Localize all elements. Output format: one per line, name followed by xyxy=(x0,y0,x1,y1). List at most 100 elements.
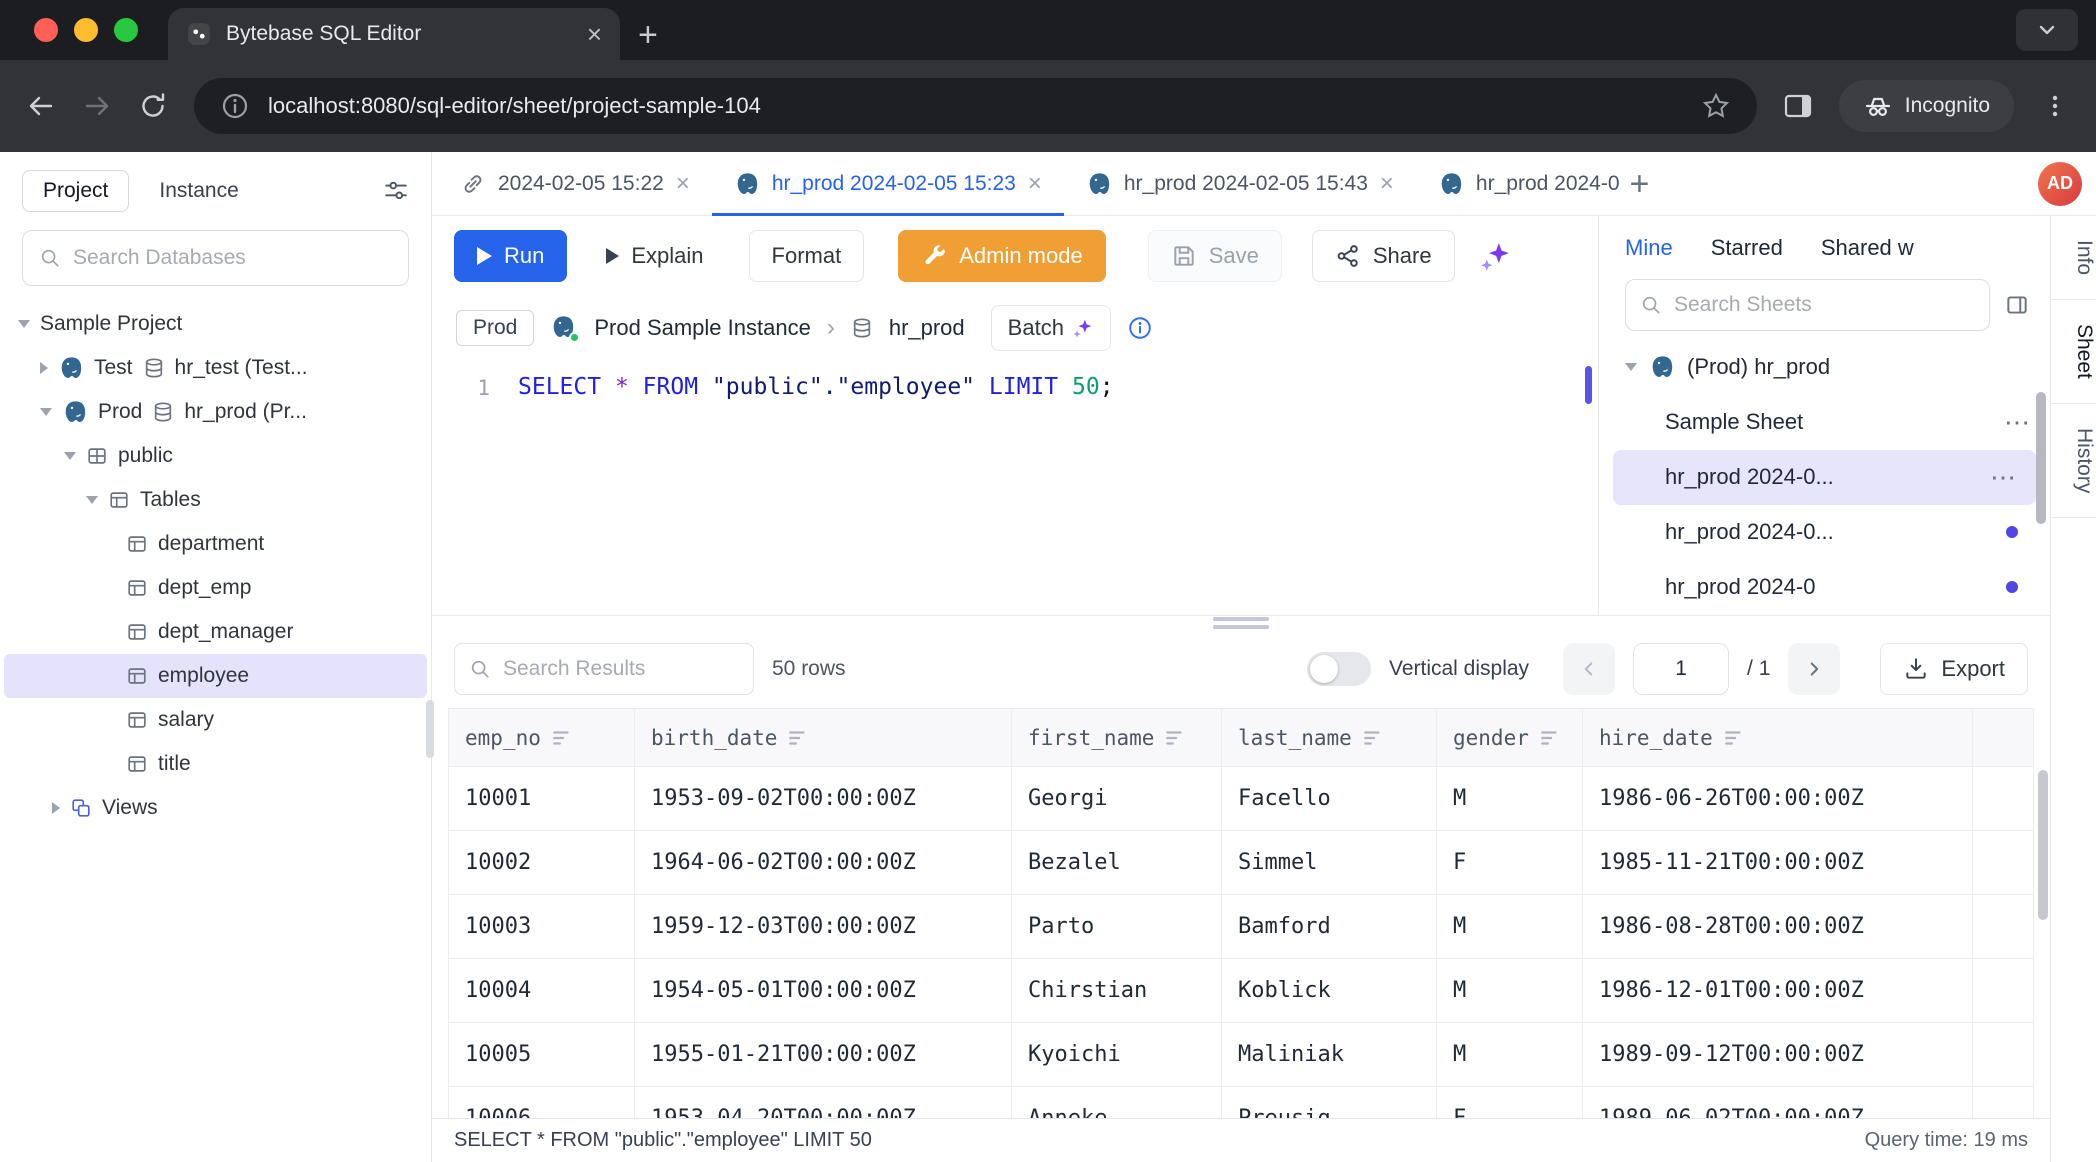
more-actions-icon[interactable]: ⋯ xyxy=(2004,407,2032,438)
vertical-display-toggle[interactable] xyxy=(1307,652,1371,686)
table-row[interactable]: 100061953-04-20T00:00:00ZAnnekePreusigF1… xyxy=(449,1087,2034,1119)
share-button[interactable]: Share xyxy=(1312,230,1455,282)
tree-item-schema-public[interactable]: public xyxy=(0,434,431,478)
sheet-tab[interactable]: hr_prod 2024-02-05 15:43 × xyxy=(1064,152,1416,215)
tree-item-views-group[interactable]: Views xyxy=(0,786,431,830)
sql-editor[interactable]: 1 SELECT * FROM "public"."employee" LIMI… xyxy=(432,360,1598,615)
close-icon[interactable]: × xyxy=(1380,170,1394,198)
sheet-tab-adhoc[interactable]: 2024-02-05 15:22 × xyxy=(438,152,712,215)
sheets-search-input[interactable] xyxy=(1674,293,1975,317)
database-name[interactable]: hr_prod xyxy=(889,315,965,341)
table-row[interactable]: 100031959-12-03T00:00:00ZPartoBamfordM19… xyxy=(449,895,2034,959)
horizontal-splitter[interactable] xyxy=(432,616,2050,630)
results-search[interactable] xyxy=(454,643,754,695)
tab-project[interactable]: Project xyxy=(22,170,129,212)
address-bar[interactable]: localhost:8080/sql-editor/sheet/project-… xyxy=(194,78,1757,134)
tab-sheet[interactable]: Sheet xyxy=(2051,300,2096,404)
editor-scrollbar-thumb[interactable] xyxy=(1585,366,1592,404)
tab-search-chevron[interactable] xyxy=(2016,9,2078,51)
export-button[interactable]: Export xyxy=(1880,643,2028,695)
close-icon[interactable]: × xyxy=(676,170,690,198)
run-button[interactable]: Run xyxy=(454,230,567,282)
site-info-icon[interactable] xyxy=(220,91,250,121)
results-scrollbar-thumb[interactable] xyxy=(2038,770,2048,920)
close-tab-icon[interactable]: × xyxy=(587,21,602,47)
user-avatar[interactable]: AD xyxy=(2038,162,2082,206)
table-row[interactable]: 100051955-01-21T00:00:00ZKyoichiMaliniak… xyxy=(449,1023,2034,1087)
tree-item-table-title[interactable]: title xyxy=(0,742,431,786)
filter-settings-icon[interactable] xyxy=(383,178,409,204)
caret-down-icon[interactable] xyxy=(86,496,98,504)
side-panel-icon[interactable] xyxy=(1783,91,1813,121)
sheets-scrollbar-thumb[interactable] xyxy=(2036,392,2046,524)
column-header[interactable]: birth_date xyxy=(635,709,1012,767)
tree-item-table-department[interactable]: department xyxy=(0,522,431,566)
minimize-window-button[interactable] xyxy=(74,18,98,42)
tab-shared[interactable]: Shared w xyxy=(1821,235,1914,261)
results-search-input[interactable] xyxy=(503,657,739,681)
tree-item-table-salary[interactable]: salary xyxy=(0,698,431,742)
tree-item-table-dept-emp[interactable]: dept_emp xyxy=(0,566,431,610)
caret-down-icon[interactable] xyxy=(1625,363,1637,371)
save-button[interactable]: Save xyxy=(1148,230,1282,282)
sheet-group-prod-hr-prod[interactable]: (Prod) hr_prod xyxy=(1599,340,2050,395)
database-search[interactable] xyxy=(22,230,409,286)
caret-right-icon[interactable] xyxy=(52,802,60,814)
tree-item-tables-group[interactable]: Tables xyxy=(0,478,431,522)
format-button[interactable]: Format xyxy=(749,230,865,282)
tab-mine[interactable]: Mine xyxy=(1625,235,1673,261)
column-header[interactable]: last_name xyxy=(1222,709,1437,767)
caret-down-icon[interactable] xyxy=(40,408,52,416)
admin-mode-button[interactable]: Admin mode xyxy=(898,230,1106,282)
tree-item-table-dept-manager[interactable]: dept_manager xyxy=(0,610,431,654)
close-window-button[interactable] xyxy=(34,18,58,42)
sheet-item-selected[interactable]: hr_prod 2024-0... ⋯ xyxy=(1613,450,2036,505)
tree-item-table-employee[interactable]: employee xyxy=(4,654,427,698)
close-icon[interactable]: × xyxy=(1028,170,1042,198)
environment-chip[interactable]: Prod xyxy=(456,310,534,346)
browser-tab[interactable]: Bytebase SQL Editor × xyxy=(168,8,620,60)
caret-right-icon[interactable] xyxy=(40,362,48,374)
sheet-item[interactable]: hr_prod 2024-0 xyxy=(1599,560,2050,615)
tab-starred[interactable]: Starred xyxy=(1711,235,1783,261)
tree-item-project[interactable]: Sample Project xyxy=(0,302,431,346)
new-sheet-button[interactable]: + xyxy=(1630,167,1650,201)
instance-name[interactable]: Prod Sample Instance xyxy=(594,315,810,341)
explain-button[interactable]: Explain xyxy=(583,230,726,282)
tab-instance[interactable]: Instance xyxy=(159,179,238,203)
column-header[interactable]: emp_no xyxy=(449,709,635,767)
next-page-button[interactable] xyxy=(1788,643,1840,695)
sheet-tab-active[interactable]: hr_prod 2024-02-05 15:23 × xyxy=(712,152,1064,215)
tree-item-prod-db[interactable]: Prod hr_prod (Pr... xyxy=(0,390,431,434)
bookmark-star-icon[interactable] xyxy=(1701,91,1731,121)
page-number-input[interactable] xyxy=(1633,643,1729,695)
caret-down-icon[interactable] xyxy=(64,452,76,460)
tree-item-test-db[interactable]: Test hr_test (Test... xyxy=(0,346,431,390)
back-icon[interactable] xyxy=(26,91,56,121)
sheet-item[interactable]: hr_prod 2024-0... xyxy=(1599,505,2050,560)
splitter-grab-handle[interactable] xyxy=(1213,617,1269,629)
info-icon[interactable] xyxy=(1127,315,1153,341)
new-tab-button[interactable]: + xyxy=(638,18,658,52)
table-row[interactable]: 100021964-06-02T00:00:00ZBezalelSimmelF1… xyxy=(449,831,2034,895)
sheets-search[interactable] xyxy=(1625,279,1990,331)
browser-menu-icon[interactable] xyxy=(2040,91,2070,121)
table-row[interactable]: 100041954-05-01T00:00:00ZChirstianKoblic… xyxy=(449,959,2034,1023)
sidebar-resize-handle[interactable] xyxy=(426,700,434,758)
ai-sparkle-icon[interactable] xyxy=(1479,239,1513,273)
sheet-item-sample[interactable]: Sample Sheet ⋯ xyxy=(1599,395,2050,450)
sql-code-line[interactable]: SELECT * FROM "public"."employee" LIMIT … xyxy=(518,360,1114,615)
collapse-panel-icon[interactable] xyxy=(2004,292,2030,318)
tab-info[interactable]: Info xyxy=(2051,216,2096,300)
caret-down-icon[interactable] xyxy=(18,320,30,328)
forward-icon[interactable] xyxy=(82,91,112,121)
zoom-window-button[interactable] xyxy=(114,18,138,42)
sheet-tab-truncated[interactable]: hr_prod 2024-0 xyxy=(1416,152,1620,215)
table-row[interactable]: 100011953-09-02T00:00:00ZGeorgiFacelloM1… xyxy=(449,767,2034,831)
database-search-input[interactable] xyxy=(73,246,392,270)
reload-icon[interactable] xyxy=(138,91,168,121)
more-actions-icon[interactable]: ⋯ xyxy=(1990,462,2018,493)
column-header[interactable]: hire_date xyxy=(1583,709,1973,767)
batch-button[interactable]: Batch xyxy=(991,305,1111,351)
column-header[interactable]: gender xyxy=(1437,709,1583,767)
